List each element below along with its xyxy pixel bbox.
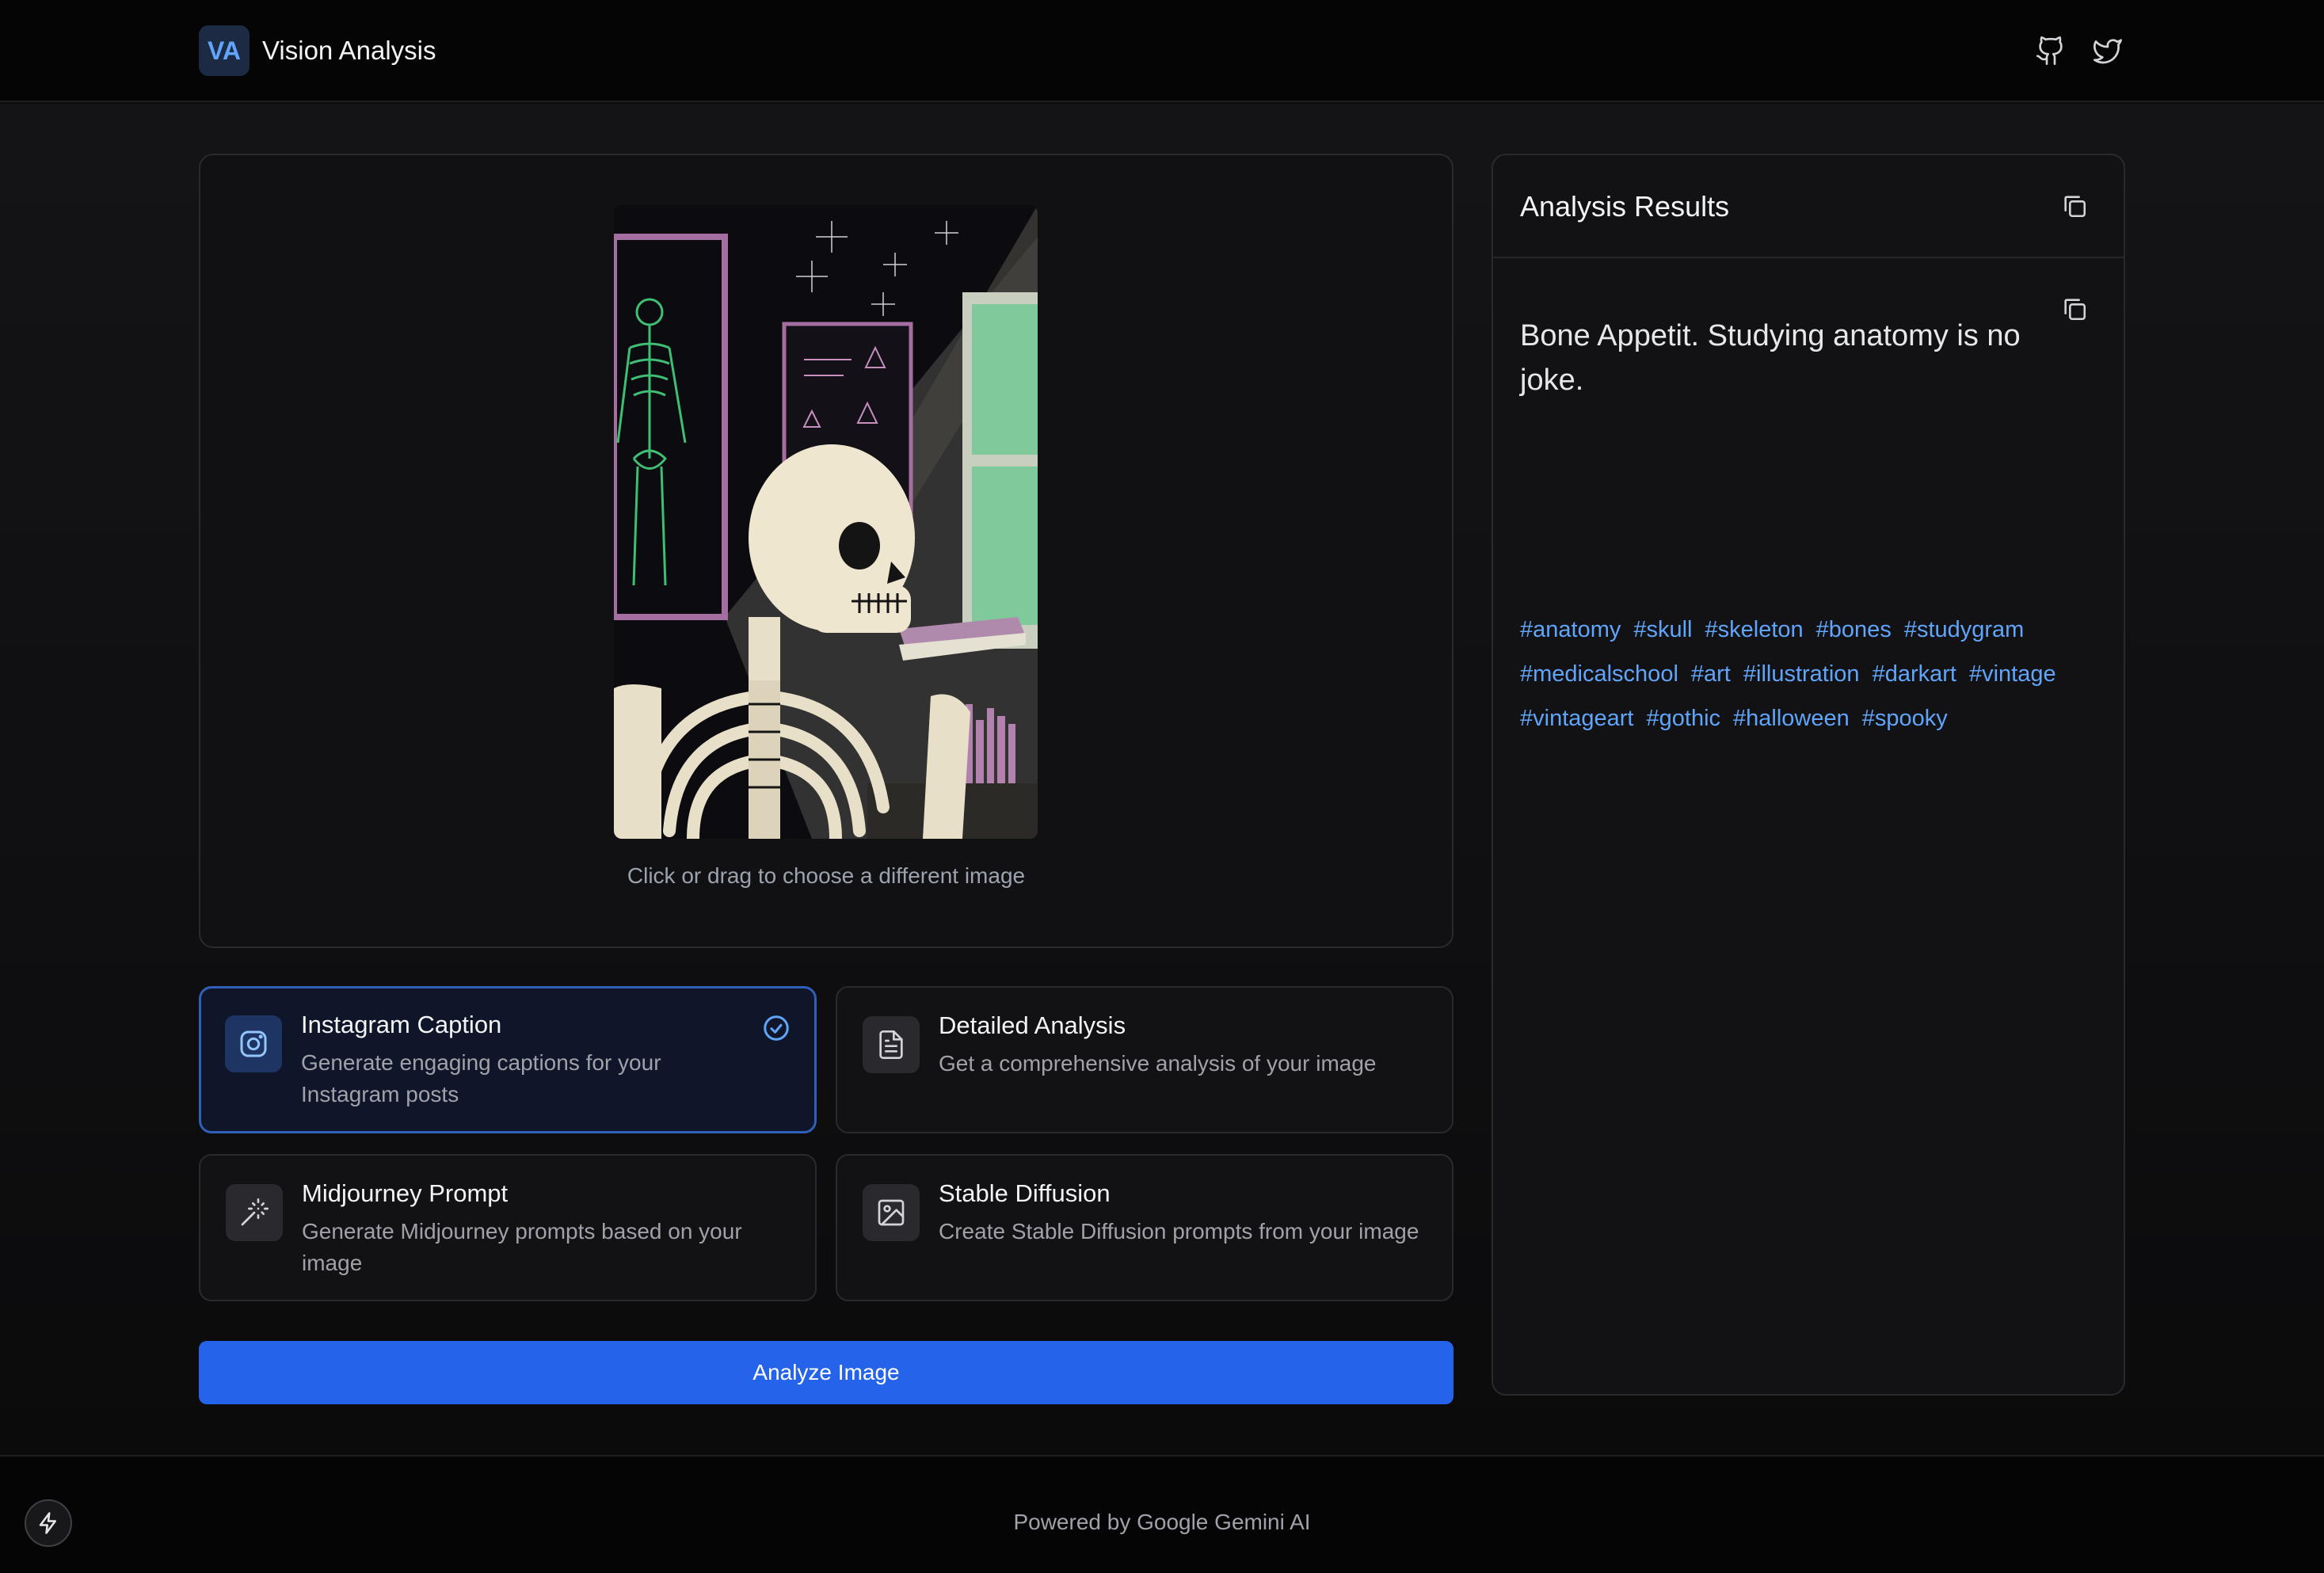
mode-description: Create Stable Diffusion prompts from you… (939, 1219, 1419, 1244)
generated-caption: Bone Appetit. Studying anatomy is no jok… (1520, 319, 2021, 397)
copy-caption-icon[interactable] (2057, 291, 2092, 326)
hashtag[interactable]: #anatomy (1520, 615, 1621, 645)
hashtag[interactable]: #skull (1633, 615, 1692, 645)
selected-check-icon (764, 1015, 789, 1041)
app-header: VA Vision Analysis (0, 0, 2324, 102)
hashtag[interactable]: #bones (1816, 615, 1892, 645)
analysis-results-panel: Analysis Results Bone Appetit. Studying … (1492, 154, 2125, 1396)
app-title: Vision Analysis (262, 36, 436, 65)
hashtag[interactable]: #skeleton (1705, 615, 1804, 645)
mode-title: Detailed Analysis (939, 1011, 1126, 1039)
hashtag[interactable]: #vintage (1969, 659, 2056, 689)
mode-description: Generate engaging captions for your Inst… (301, 1050, 661, 1106)
mode-description: Get a comprehensive analysis of your ima… (939, 1051, 1377, 1076)
magic-wand-icon (226, 1184, 283, 1241)
mode-title: Instagram Caption (301, 1011, 502, 1038)
mode-card-midjourney-prompt[interactable]: Midjourney Prompt Generate Midjourney pr… (199, 1154, 817, 1301)
mode-card-stable-diffusion[interactable]: Stable Diffusion Create Stable Diffusion… (836, 1154, 1453, 1301)
upload-hint: Click or drag to choose a different imag… (627, 863, 1026, 888)
hashtag[interactable]: #gothic (1647, 703, 1721, 733)
hashtag[interactable]: #studygram (1904, 615, 2025, 645)
document-icon (863, 1016, 920, 1073)
mode-title: Midjourney Prompt (302, 1179, 509, 1207)
copy-all-icon[interactable] (2057, 189, 2092, 223)
hashtag[interactable]: #darkart (1873, 659, 1956, 689)
mode-card-instagram-caption[interactable]: Instagram Caption Generate engaging capt… (199, 986, 817, 1133)
results-header: Analysis Results (1493, 155, 2124, 258)
uploaded-image-preview (614, 205, 1038, 839)
mode-title: Stable Diffusion (939, 1179, 1111, 1207)
hashtag[interactable]: #art (1691, 659, 1731, 689)
app-logo[interactable]: VA (199, 25, 250, 76)
instagram-icon (225, 1015, 282, 1072)
hashtag-list: #anatomy #skull #skeleton #bones #studygram #… (1520, 615, 2106, 733)
hashtag[interactable]: #halloween (1733, 703, 1850, 733)
image-icon (863, 1184, 920, 1241)
analyze-image-button[interactable]: Analyze Image (199, 1341, 1453, 1404)
hashtag[interactable]: #spooky (1862, 703, 1948, 733)
hashtag[interactable]: #medicalschool (1520, 659, 1678, 689)
hashtag[interactable]: #vintageart (1520, 703, 1634, 733)
mode-card-detailed-analysis[interactable]: Detailed Analysis Get a comprehensive an… (836, 986, 1453, 1133)
hashtag[interactable]: #illustration (1743, 659, 1860, 689)
bolt-icon[interactable] (25, 1499, 72, 1547)
results-title: Analysis Results (1520, 190, 1730, 223)
footer-text: Powered by Google Gemini AI (1013, 1510, 1311, 1534)
twitter-icon[interactable] (2089, 32, 2127, 70)
mode-description: Generate Midjourney prompts based on you… (302, 1219, 742, 1275)
github-icon[interactable] (2032, 32, 2070, 70)
